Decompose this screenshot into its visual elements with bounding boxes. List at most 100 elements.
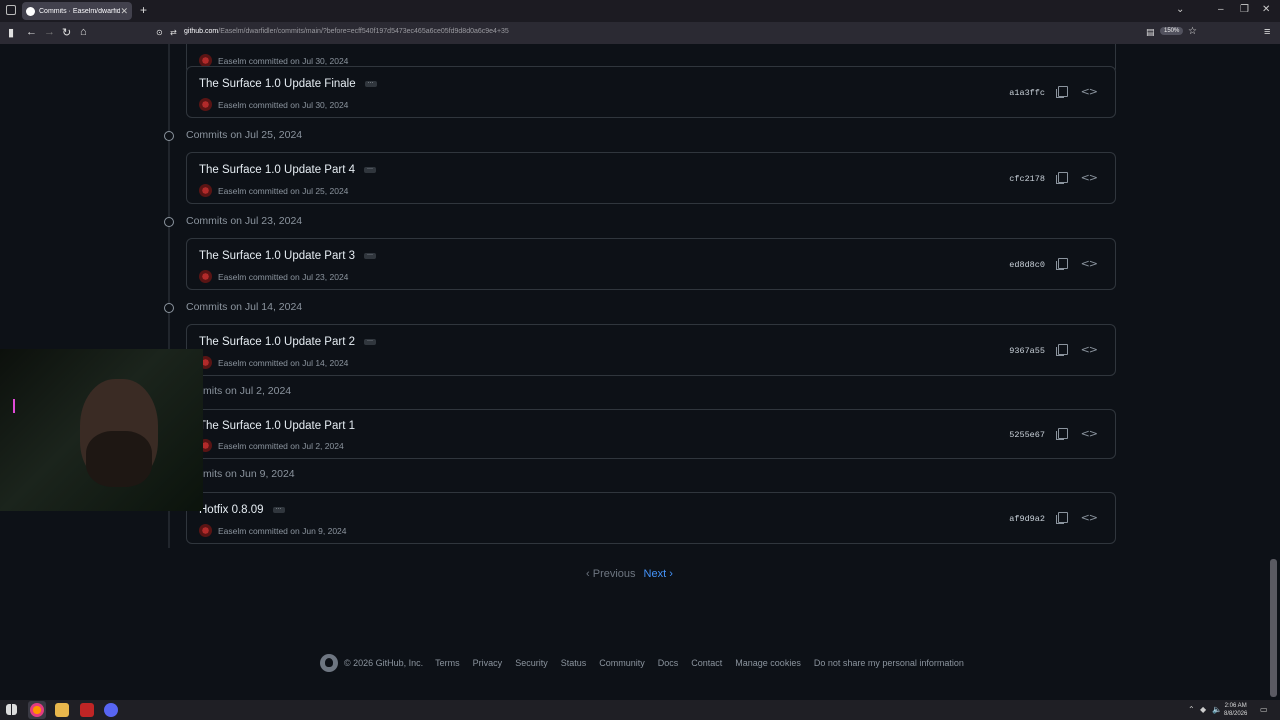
copy-icon[interactable] bbox=[1055, 511, 1069, 525]
clock-time: 2:06 AM bbox=[1224, 703, 1247, 709]
commit-sha-link[interactable]: af9d9a2 bbox=[1009, 514, 1045, 524]
footer-link-docs[interactable]: Docs bbox=[658, 658, 679, 668]
firefox-icon[interactable] bbox=[30, 703, 44, 717]
commit-sha-link[interactable]: cfc2178 bbox=[1009, 174, 1045, 184]
copy-icon[interactable] bbox=[1055, 85, 1069, 99]
volume-icon[interactable]: 🔈 bbox=[1212, 705, 1222, 714]
footer-link-do-not-share[interactable]: Do not share my personal information bbox=[814, 658, 964, 668]
forward-icon[interactable]: → bbox=[44, 26, 55, 38]
copy-icon[interactable] bbox=[1055, 171, 1069, 185]
file-explorer-icon[interactable] bbox=[55, 703, 69, 717]
media-app-icon[interactable] bbox=[80, 703, 94, 717]
group-heading-text: Commits on Jul 23, 2024 bbox=[186, 215, 303, 227]
footer-link-status[interactable]: Status bbox=[561, 658, 587, 668]
next-label[interactable]: Next bbox=[644, 568, 667, 580]
discord-icon[interactable] bbox=[104, 703, 118, 717]
new-tab-button[interactable]: + bbox=[140, 3, 147, 17]
footer-link-terms[interactable]: Terms bbox=[435, 658, 460, 668]
commit-title[interactable]: The Surface 1.0 Update Part 2 ··· bbox=[199, 336, 376, 348]
commit-group-heading: mits on Jul 2, 2024 bbox=[203, 385, 291, 397]
ellipsis-icon[interactable]: ··· bbox=[364, 80, 377, 87]
commit-title-text[interactable]: Hotfix 0.8.09 bbox=[199, 504, 264, 516]
url-path: /Easelm/dwarfidler/commits/main/?before=… bbox=[218, 28, 509, 35]
footer: © 2026 GitHub, Inc. Terms Privacy Securi… bbox=[320, 654, 977, 672]
maximize-icon[interactable]: ❐ bbox=[1240, 4, 1249, 15]
commit-row[interactable]: The Surface 1.0 Update Part 2 ··· Easelm… bbox=[186, 324, 1116, 376]
footer-link-manage-cookies[interactable]: Manage cookies bbox=[735, 658, 801, 668]
code-icon[interactable]: <> bbox=[1081, 343, 1098, 356]
ellipsis-icon[interactable]: ··· bbox=[363, 338, 376, 345]
commit-group-heading: Commits on Jul 23, 2024 bbox=[160, 213, 302, 229]
webcam-light bbox=[13, 399, 15, 413]
avatar[interactable] bbox=[199, 270, 212, 283]
commit-meta-text: Easelm committed on Jul 30, 2024 bbox=[218, 99, 349, 110]
commit-title-text[interactable]: The Surface 1.0 Update Part 4 bbox=[199, 164, 355, 176]
commit-row[interactable]: The Surface 1.0 Update Part 1 Easelm com… bbox=[186, 409, 1116, 459]
app-menu-icon[interactable]: ≡ bbox=[1264, 26, 1270, 38]
footer-link-security[interactable]: Security bbox=[515, 658, 548, 668]
commit-title-text[interactable]: The Surface 1.0 Update Finale bbox=[199, 78, 356, 90]
home-icon[interactable]: ⌂ bbox=[80, 26, 87, 38]
site-info-icon[interactable]: ⊙ bbox=[156, 28, 163, 37]
tab-close-icon[interactable]: ✕ bbox=[120, 6, 128, 17]
next-page-button[interactable]: Next › bbox=[644, 568, 673, 580]
reader-view-icon[interactable]: ▤ bbox=[1146, 27, 1155, 38]
commit-meta: Easelm committed on Jun 9, 2024 bbox=[199, 524, 347, 537]
back-icon[interactable]: ← bbox=[26, 26, 37, 38]
commit-row[interactable]: The Surface 1.0 Update Finale ··· Easelm… bbox=[186, 66, 1116, 118]
commit-title[interactable]: Hotfix 0.8.09 ··· bbox=[199, 504, 285, 516]
code-icon[interactable]: <> bbox=[1081, 85, 1098, 98]
reload-icon[interactable]: ↻ bbox=[62, 26, 71, 39]
github-logo-icon[interactable] bbox=[320, 654, 338, 672]
commit-row[interactable]: The Surface 1.0 Update Part 4 ··· Easelm… bbox=[186, 152, 1116, 204]
avatar[interactable] bbox=[199, 184, 212, 197]
avatar[interactable] bbox=[199, 524, 212, 537]
group-heading-text: mits on Jul 2, 2024 bbox=[203, 385, 292, 397]
commit-title-text[interactable]: The Surface 1.0 Update Part 2 bbox=[199, 336, 355, 348]
browser-tab-active[interactable]: Commits · Easelm/dwarfidler ✕ bbox=[22, 2, 132, 20]
code-icon[interactable]: <> bbox=[1081, 511, 1098, 524]
footer-link-privacy[interactable]: Privacy bbox=[473, 658, 503, 668]
copy-icon[interactable] bbox=[1055, 257, 1069, 271]
code-icon[interactable]: <> bbox=[1081, 257, 1098, 270]
commit-title-text[interactable]: The Surface 1.0 Update Part 1 bbox=[199, 420, 355, 432]
notifications-icon[interactable]: ▭ bbox=[1260, 705, 1268, 714]
commit-row[interactable]: Hotfix 0.8.09 ··· Easelm committed on Ju… bbox=[186, 492, 1116, 544]
commit-title-text[interactable]: The Surface 1.0 Update Part 3 bbox=[199, 250, 355, 262]
code-icon[interactable]: <> bbox=[1081, 427, 1098, 440]
commit-row[interactable]: The Surface 1.0 Update Part 3 ··· Easelm… bbox=[186, 238, 1116, 290]
ellipsis-icon[interactable]: ··· bbox=[363, 166, 376, 173]
tray-overflow-icon[interactable]: ⌃ bbox=[1188, 705, 1195, 714]
avatar[interactable] bbox=[199, 98, 212, 111]
list-all-tabs-icon[interactable]: ⌄ bbox=[1176, 4, 1184, 15]
permissions-icon[interactable]: ⇄ bbox=[170, 28, 177, 37]
webcam-person-beard bbox=[86, 431, 152, 487]
ellipsis-icon[interactable]: ··· bbox=[272, 506, 285, 513]
footer-link-community[interactable]: Community bbox=[599, 658, 645, 668]
copy-icon[interactable] bbox=[1055, 427, 1069, 441]
commit-sha-link[interactable]: 5255e67 bbox=[1009, 430, 1045, 440]
footer-link-contact[interactable]: Contact bbox=[691, 658, 722, 668]
minimize-icon[interactable]: – bbox=[1218, 4, 1224, 15]
window-close-icon[interactable]: ✕ bbox=[1262, 4, 1270, 15]
code-icon[interactable]: <> bbox=[1081, 171, 1098, 184]
commit-title[interactable]: The Surface 1.0 Update Part 1 bbox=[199, 420, 355, 432]
commit-sha-link[interactable]: ed8d8c0 bbox=[1009, 260, 1045, 270]
url-bar[interactable]: github.com/Easelm/dwarfidler/commits/mai… bbox=[184, 28, 509, 35]
start-icon[interactable] bbox=[6, 704, 17, 715]
copy-icon[interactable] bbox=[1055, 343, 1069, 357]
git-commit-icon bbox=[160, 213, 176, 229]
bookmark-star-icon[interactable]: ☆ bbox=[1188, 26, 1197, 37]
commit-title[interactable]: The Surface 1.0 Update Finale ··· bbox=[199, 78, 377, 90]
commit-sha-link[interactable]: a1a3ffc bbox=[1009, 88, 1045, 98]
commit-title[interactable]: The Surface 1.0 Update Part 3 ··· bbox=[199, 250, 376, 262]
sidebar-icon[interactable]: ▮ bbox=[8, 26, 14, 39]
clock[interactable]: 2:06 AM 8/8/2026 bbox=[1224, 702, 1247, 718]
ellipsis-icon[interactable]: ··· bbox=[363, 252, 376, 259]
tray-app-icon[interactable]: ◆ bbox=[1200, 705, 1206, 714]
zoom-level-badge[interactable]: 150% bbox=[1160, 27, 1184, 35]
commit-title[interactable]: The Surface 1.0 Update Part 4 ··· bbox=[199, 164, 376, 176]
commit-sha-link[interactable]: 9367a55 bbox=[1009, 346, 1045, 356]
page-scrollbar-thumb[interactable] bbox=[1270, 559, 1277, 697]
sidebar-toggle-icon[interactable] bbox=[6, 5, 16, 15]
